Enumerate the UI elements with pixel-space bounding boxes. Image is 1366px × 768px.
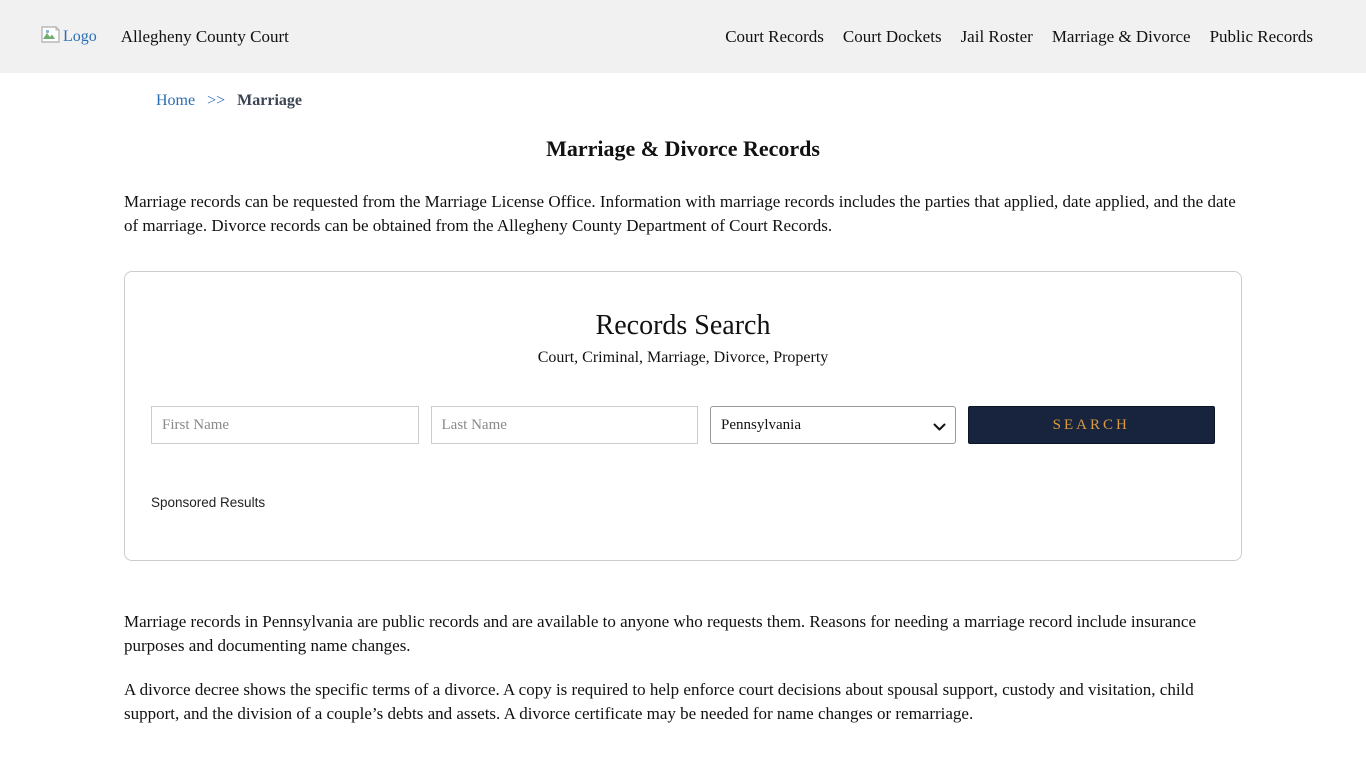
state-select-wrap: Pennsylvania bbox=[710, 406, 956, 444]
nav-court-dockets[interactable]: Court Dockets bbox=[843, 27, 942, 47]
broken-image-icon bbox=[40, 26, 61, 48]
site-title: Allegheny County Court bbox=[121, 27, 289, 47]
breadcrumb-separator: >> bbox=[207, 92, 225, 109]
records-search-card: Records Search Court, Criminal, Marriage… bbox=[124, 271, 1242, 561]
intro-paragraph: Marriage records can be requested from t… bbox=[124, 190, 1242, 238]
first-name-input[interactable] bbox=[151, 406, 419, 444]
search-button[interactable]: SEARCH bbox=[968, 406, 1216, 444]
nav-jail-roster[interactable]: Jail Roster bbox=[961, 27, 1033, 47]
breadcrumb-home-link[interactable]: Home bbox=[156, 92, 195, 109]
logo-alt-text: Logo bbox=[63, 28, 97, 46]
search-card-title: Records Search bbox=[151, 310, 1215, 342]
divorce-decree-paragraph: A divorce decree shows the specific term… bbox=[124, 678, 1242, 726]
sponsored-results-label: Sponsored Results bbox=[151, 495, 1215, 510]
public-records-paragraph: Marriage records in Pennsylvania are pub… bbox=[124, 610, 1242, 658]
page-title: Marriage & Divorce Records bbox=[124, 136, 1242, 162]
site-logo[interactable]: Logo bbox=[40, 26, 97, 48]
nav-public-records[interactable]: Public Records bbox=[1210, 27, 1313, 47]
main-nav: Court Records Court Dockets Jail Roster … bbox=[725, 27, 1313, 47]
state-select[interactable]: Pennsylvania bbox=[710, 406, 956, 444]
search-card-subtitle: Court, Criminal, Marriage, Divorce, Prop… bbox=[151, 349, 1215, 367]
breadcrumb-current: Marriage bbox=[237, 92, 302, 109]
header: Logo Allegheny County Court Court Record… bbox=[0, 0, 1366, 73]
breadcrumb: Home >> Marriage bbox=[124, 92, 1242, 110]
search-form: Pennsylvania SEARCH bbox=[151, 406, 1215, 444]
main-content: Home >> Marriage Marriage & Divorce Reco… bbox=[124, 92, 1242, 726]
nav-marriage-divorce[interactable]: Marriage & Divorce bbox=[1052, 27, 1191, 47]
last-name-input[interactable] bbox=[431, 406, 699, 444]
nav-court-records[interactable]: Court Records bbox=[725, 27, 824, 47]
